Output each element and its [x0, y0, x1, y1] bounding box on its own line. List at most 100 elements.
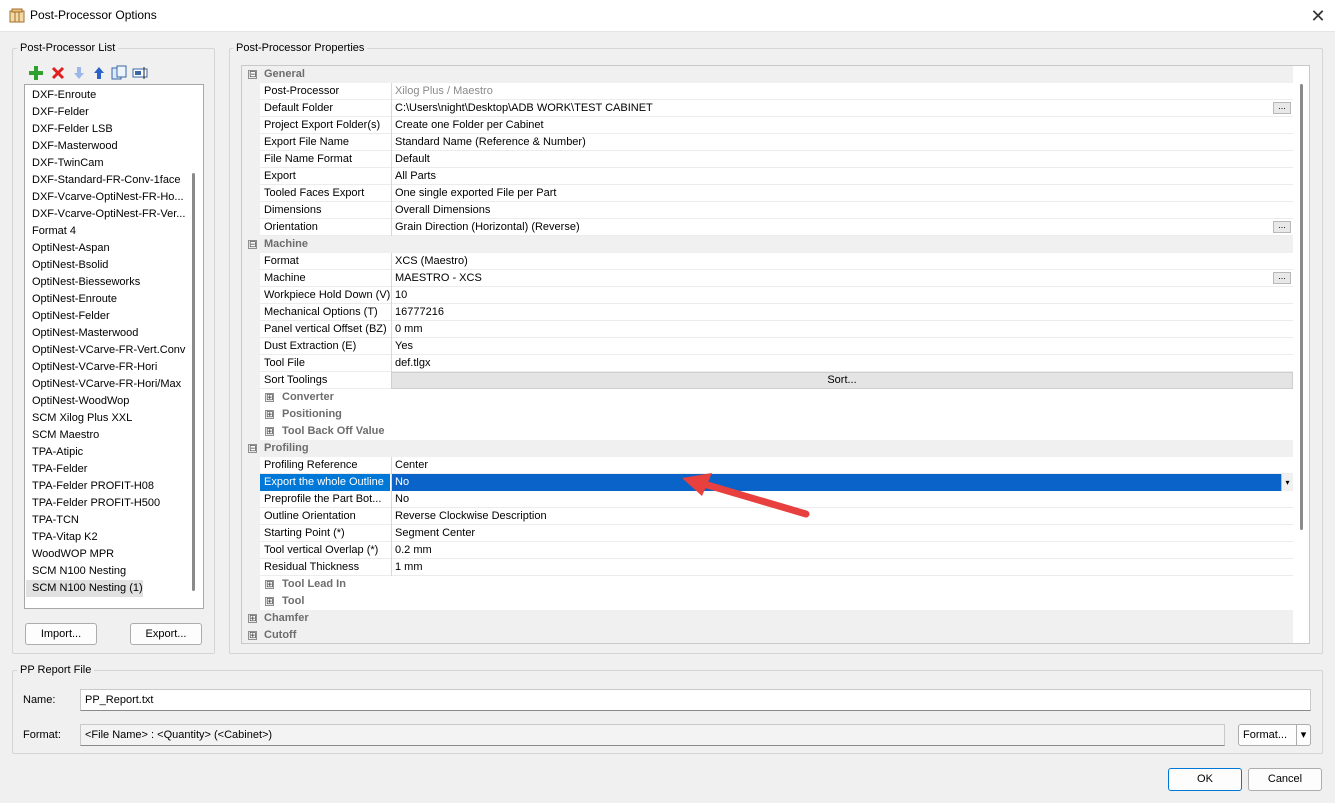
property-row[interactable]: Dust Extraction (E) Yes [242, 338, 1293, 355]
subcategory-tool-lead-in[interactable]: ⊞ Tool Lead In [242, 576, 1293, 593]
list-item[interactable]: DXF-Vcarve-OptiNest-FR-Ver... [26, 206, 186, 223]
property-row[interactable]: Residual Thickness 1 mm [242, 559, 1293, 576]
list-item[interactable]: SCM Xilog Plus XXL [26, 410, 186, 427]
list-item[interactable]: DXF-Felder [26, 104, 186, 121]
property-row[interactable]: Orientation Grain Direction (Horizontal) … [242, 219, 1293, 236]
post-processor-list[interactable]: DXF-Enroute DXF-Felder DXF-Felder LSB DXF-M… [24, 84, 204, 609]
property-row[interactable]: Mechanical Options (T) 16777216 [242, 304, 1293, 321]
property-value[interactable]: Reverse Clockwise Description [391, 508, 1293, 525]
property-row[interactable]: Machine MAESTRO - XCS... [242, 270, 1293, 287]
property-value[interactable]: Overall Dimensions [391, 202, 1293, 219]
list-scrollbar[interactable] [192, 173, 195, 591]
list-item[interactable]: DXF-TwinCam [26, 155, 186, 172]
list-item[interactable]: TPA-Felder [26, 461, 186, 478]
list-item[interactable]: TPA-Vitap K2 [26, 529, 186, 546]
list-item[interactable]: OptiNest-Enroute [26, 291, 186, 308]
subcategory-tool[interactable]: ⊞ Tool [242, 593, 1293, 610]
category-cutoff[interactable]: ⊞ Cutoff [242, 627, 1293, 643]
property-row[interactable]: Tool vertical Overlap (*) 0.2 mm [242, 542, 1293, 559]
list-item[interactable]: TPA-Atipic [26, 444, 186, 461]
import-button[interactable]: Import... [25, 623, 97, 645]
report-format-field[interactable]: <File Name> : <Quantity> (<Cabinet>) [80, 724, 1225, 746]
report-name-field[interactable]: PP_Report.txt [80, 689, 1311, 711]
expander-icon[interactable]: ⊞ [265, 410, 274, 419]
property-row[interactable]: Starting Point (*) Segment Center [242, 525, 1293, 542]
property-row[interactable]: Default Folder C:\Users\night\Desktop\ADB… [242, 100, 1293, 117]
list-item[interactable]: OptiNest-WoodWop [26, 393, 186, 410]
property-value[interactable]: C:\Users\night\Desktop\ADB WORK\TEST CAB… [391, 100, 1293, 117]
list-item[interactable]: DXF-Vcarve-OptiNest-FR-Ho... [26, 189, 186, 206]
ellipsis-button[interactable]: ... [1273, 102, 1291, 114]
list-item[interactable]: OptiNest-Aspan [26, 240, 186, 257]
property-value[interactable]: def.tlgx [391, 355, 1293, 372]
chevron-down-icon[interactable]: ▾ [1281, 474, 1293, 491]
property-value[interactable]: Center [391, 457, 1293, 474]
list-item[interactable]: DXF-Standard-FR-Conv-1face [26, 172, 186, 189]
list-item[interactable]: DXF-Enroute [26, 87, 186, 104]
list-item[interactable]: OptiNest-Felder [26, 308, 186, 325]
property-row[interactable]: Panel vertical Offset (BZ) 0 mm [242, 321, 1293, 338]
expander-icon[interactable]: ⊞ [265, 580, 274, 589]
property-value[interactable]: 0 mm [391, 321, 1293, 338]
property-value[interactable]: All Parts [391, 168, 1293, 185]
expander-icon[interactable]: ⊞ [265, 597, 274, 606]
property-row[interactable]: File Name Format Default [242, 151, 1293, 168]
list-item[interactable]: TPA-TCN [26, 512, 186, 529]
property-row[interactable]: Project Export Folder(s) Create one Folde… [242, 117, 1293, 134]
move-down-icon[interactable] [71, 65, 87, 81]
list-item[interactable]: OptiNest-VCarve-FR-Hori/Max [26, 376, 186, 393]
list-item[interactable]: OptiNest-VCarve-FR-Hori [26, 359, 186, 376]
list-item[interactable]: OptiNest-Biesseworks [26, 274, 186, 291]
property-value[interactable]: XCS (Maestro) [391, 253, 1293, 270]
ellipsis-button[interactable]: ... [1273, 221, 1291, 233]
list-item[interactable]: DXF-Masterwood [26, 138, 186, 155]
add-icon[interactable] [28, 65, 44, 81]
property-value[interactable]: Standard Name (Reference & Number) [391, 134, 1293, 151]
list-item[interactable]: WoodWOP MPR [26, 546, 186, 563]
format-button[interactable]: Format... ▾ [1238, 724, 1311, 746]
property-row[interactable]: Tooled Faces Export One single exported F… [242, 185, 1293, 202]
expander-icon[interactable]: ⊞ [265, 427, 274, 436]
list-item[interactable]: Format 4 [26, 223, 186, 240]
property-value[interactable]: Grain Direction (Horizontal) (Reverse)..… [391, 219, 1293, 236]
expander-icon[interactable]: ⊞ [248, 614, 257, 623]
property-value[interactable]: One single exported File per Part [391, 185, 1293, 202]
copy-icon[interactable] [111, 65, 127, 81]
subcategory-tool-back-off-value[interactable]: ⊞ Tool Back Off Value [242, 423, 1293, 440]
property-value[interactable]: Segment Center [391, 525, 1293, 542]
delete-icon[interactable] [50, 65, 66, 81]
move-up-icon[interactable] [91, 65, 107, 81]
property-row[interactable]: Post-Processor Xilog Plus / Maestro [242, 83, 1293, 100]
rename-icon[interactable] [132, 65, 148, 81]
category-chamfer[interactable]: ⊞ Chamfer [242, 610, 1293, 627]
category-profiling[interactable]: ⊟ Profiling [242, 440, 1293, 457]
list-item[interactable]: SCM N100 Nesting [26, 563, 186, 580]
list-item[interactable]: DXF-Felder LSB [26, 121, 186, 138]
property-grid[interactable]: ⊟ General Post-Processor Xilog Plus / Maest… [241, 65, 1310, 644]
property-value[interactable]: 1 mm [391, 559, 1293, 576]
ellipsis-button[interactable]: ... [1273, 272, 1291, 284]
property-value[interactable]: Create one Folder per Cabinet [391, 117, 1293, 134]
list-item[interactable]: OptiNest-Bsolid [26, 257, 186, 274]
list-item[interactable]: TPA-Felder PROFIT-H500 [26, 495, 186, 512]
property-value[interactable]: 10 [391, 287, 1293, 304]
property-row[interactable]: Dimensions Overall Dimensions [242, 202, 1293, 219]
property-value[interactable]: No [391, 491, 1293, 508]
property-row[interactable]: Workpiece Hold Down (V) 10 [242, 287, 1293, 304]
ok-button[interactable]: OK [1168, 768, 1242, 791]
subcategory-positioning[interactable]: ⊞ Positioning [242, 406, 1293, 423]
list-item[interactable]: SCM Maestro [26, 427, 186, 444]
property-value[interactable]: Xilog Plus / Maestro [391, 83, 1293, 100]
expander-icon[interactable]: ⊞ [265, 393, 274, 402]
category-general[interactable]: ⊟ General [242, 66, 1293, 83]
property-value[interactable]: 16777216 [391, 304, 1293, 321]
property-value[interactable]: Default [391, 151, 1293, 168]
property-row[interactable]: Sort Toolings Sort... [242, 372, 1293, 389]
property-value[interactable]: MAESTRO - XCS... [391, 270, 1293, 287]
expander-icon[interactable]: ⊟ [248, 240, 257, 249]
list-item[interactable]: OptiNest-VCarve-FR-Vert.Conv [26, 342, 186, 359]
property-row[interactable]: Format XCS (Maestro) [242, 253, 1293, 270]
sort-toolings-button[interactable]: Sort... [391, 372, 1293, 389]
expander-icon[interactable]: ⊟ [248, 70, 257, 79]
property-row[interactable]: Tool File def.tlgx [242, 355, 1293, 372]
